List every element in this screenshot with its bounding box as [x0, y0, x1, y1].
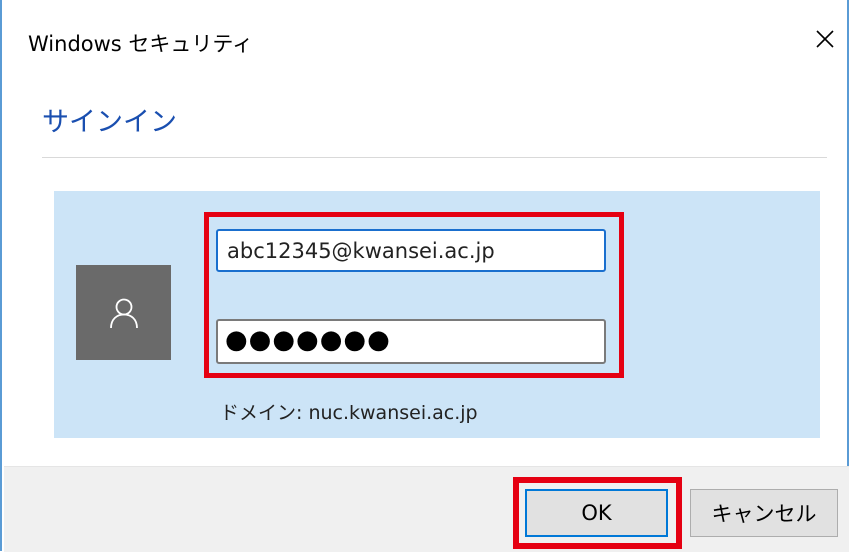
security-dialog: Windows セキュリティ サインイン abc12345@kwansei.ac… — [0, 0, 849, 552]
divider — [42, 157, 827, 158]
close-button[interactable] — [808, 22, 842, 56]
domain-label: ドメイン: nuc.kwansei.ac.jp — [220, 402, 478, 424]
cancel-button[interactable]: キャンセル — [690, 489, 838, 537]
close-icon — [816, 30, 834, 48]
avatar — [76, 265, 171, 360]
user-icon — [109, 298, 138, 328]
window-title: Windows セキュリティ — [28, 32, 254, 56]
credentials-highlight-box — [204, 212, 624, 378]
ok-highlight-box — [513, 477, 682, 549]
sign-in-heading: サインイン — [42, 107, 177, 138]
